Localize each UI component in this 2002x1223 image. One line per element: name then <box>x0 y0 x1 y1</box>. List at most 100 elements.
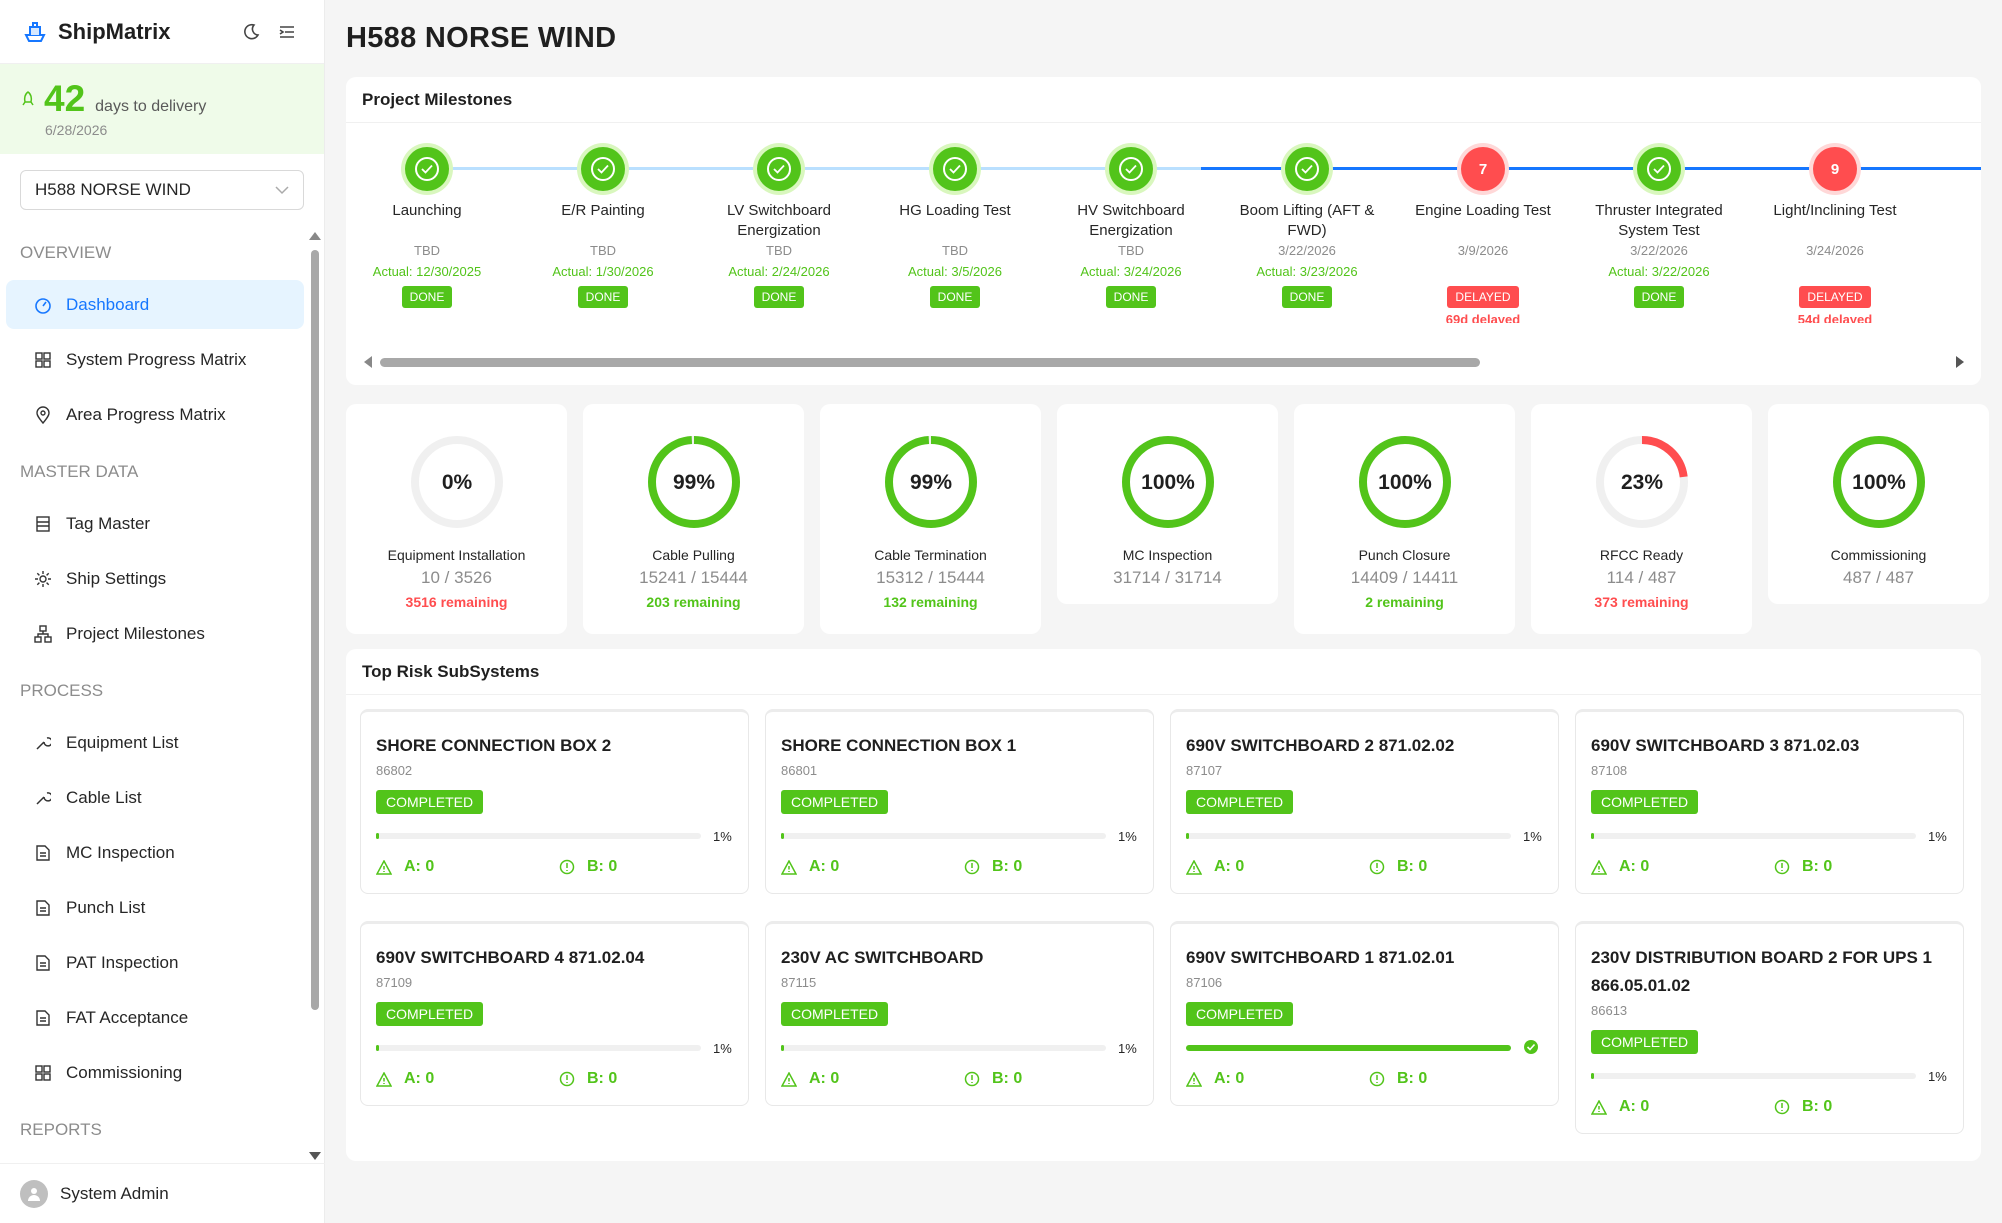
sidebar-scrollbar[interactable] <box>308 230 322 1160</box>
delivery-label: days to delivery <box>95 98 207 115</box>
punch-b-count: B: 0 <box>1369 1070 1427 1088</box>
progress-ring: 100% <box>1121 436 1214 528</box>
milestone-item[interactable]: LV Switchboard Energization TBD Actual: 2/… <box>699 147 859 308</box>
milestone-item[interactable]: Launching TBD Actual: 12/30/2025 DONE <box>347 147 507 308</box>
scroll-left-arrow-icon[interactable] <box>364 356 372 368</box>
sidebar-item-label: Dashboard <box>66 294 150 314</box>
risk-subsystem-card[interactable]: SHORE CONNECTION BOX 2 86802 COMPLETED 1% A:… <box>360 709 749 894</box>
milestone-actual-date: Actual: 2/24/2026 <box>728 264 830 279</box>
info-icon <box>1774 1099 1796 1115</box>
punch-a-label: A: 0 <box>1214 1070 1245 1087</box>
risk-subsystem-card[interactable]: 230V DISTRIBUTION BOARD 2 FOR UPS 1 866.… <box>1575 921 1964 1134</box>
info-icon <box>559 1071 581 1087</box>
subsystem-code: 87106 <box>1186 975 1223 990</box>
risk-subsystem-card[interactable]: 690V SWITCHBOARD 3 871.02.03 87108 COMPLET… <box>1575 709 1964 894</box>
milestone-item[interactable]: 7 Engine Loading Test 3/9/2026 DELAYED 69d d… <box>1403 147 1563 323</box>
risk-subsystem-card[interactable]: SHORE CONNECTION BOX 1 86801 COMPLETED 1% A:… <box>765 709 1154 894</box>
milestone-plan-date: TBD <box>414 243 440 258</box>
risk-subsystem-card[interactable]: 230V AC SWITCHBOARD 87115 COMPLETED 1% A: 0 B… <box>765 921 1154 1106</box>
progress-row: 1% <box>1591 828 1948 844</box>
sidebar-item-pat-inspection[interactable]: PAT Inspection <box>6 938 304 987</box>
sidebar-item-commissioning[interactable]: Commissioning <box>6 1048 304 1097</box>
sidebar-item-area-progress-matrix[interactable]: Area Progress Matrix <box>6 390 304 439</box>
scrollbar-thumb[interactable] <box>380 358 1480 367</box>
check-circle-icon <box>1295 157 1319 181</box>
sidebar-item-ship-settings[interactable]: Ship Settings <box>6 554 304 603</box>
punch-a-count: A: 0 <box>1186 858 1369 876</box>
subsystem-code: 87109 <box>376 975 413 990</box>
subsystem-title: 690V SWITCHBOARD 1 871.02.01 <box>1186 948 1455 967</box>
database-icon <box>34 515 52 533</box>
milestone-actual-date: Actual: 3/5/2026 <box>908 264 1002 279</box>
sidebar-item-label: System Progress Matrix <box>66 349 247 369</box>
sidebar-item-cable-list[interactable]: Cable List <box>6 773 304 822</box>
progress-bar <box>1591 833 1916 839</box>
ship-selector[interactable]: H588 NORSE WIND <box>20 170 304 210</box>
progress-bar-fill <box>376 833 380 839</box>
milestones-scrollbar[interactable] <box>364 353 1964 371</box>
sidebar-item-dashboard[interactable]: Dashboard <box>6 280 304 329</box>
scrollbar-thumb[interactable] <box>311 250 319 1010</box>
milestone-name: HG Loading Test <box>899 202 1011 219</box>
progress-ring: 23% <box>1595 436 1688 528</box>
progress-stat-card: 23% RFCC Ready 114 / 487 373 remaining <box>1531 404 1752 634</box>
status-badge: COMPLETED <box>1186 1002 1294 1026</box>
progress-bar <box>1591 1073 1916 1079</box>
progress-bar <box>781 833 1106 839</box>
sidebar-item-fat-acceptance[interactable]: FAT Acceptance <box>6 993 304 1042</box>
progress-percent: 1% <box>1928 828 1947 844</box>
milestone-item[interactable]: Thruster Integrated System Test 3/22/2026… <box>1579 147 1739 308</box>
check-circle-icon <box>591 157 615 181</box>
milestone-item[interactable]: 9 Light/Inclining Test 3/24/2026 DELAYED 54d… <box>1755 147 1915 323</box>
scroll-down-arrow-icon[interactable] <box>309 1152 321 1160</box>
dark-mode-icon[interactable] <box>236 17 266 47</box>
collapse-menu-icon[interactable] <box>272 17 302 47</box>
stat-label: Cable Pulling <box>652 547 735 563</box>
stat-remaining: 3516 remaining <box>405 594 508 610</box>
grid-icon <box>34 1064 52 1082</box>
subsystem-code: 87107 <box>1186 763 1223 778</box>
punch-b-label: B: 0 <box>1397 858 1428 875</box>
milestone-item[interactable]: Boom Lifting (AFT & FWD) 3/22/2026 Actual:… <box>1227 147 1387 308</box>
punch-b-count: B: 0 <box>1774 858 1832 876</box>
milestone-item[interactable]: HG Loading Test TBD Actual: 3/5/2026 DONE <box>875 147 1035 308</box>
punch-b-label: B: 0 <box>992 1070 1023 1087</box>
check-circle-icon <box>767 157 791 181</box>
sidebar-item-equipment-list[interactable]: Equipment List <box>6 718 304 767</box>
app-name: ShipMatrix <box>58 18 171 44</box>
milestone-actual-date: Actual: 12/30/2025 <box>372 264 482 279</box>
milestone-status-badge: DONE <box>577 286 629 308</box>
sidebar-item-project-milestones[interactable]: Project Milestones <box>6 609 304 658</box>
risk-subsystem-card[interactable]: 690V SWITCHBOARD 4 871.02.04 87109 COMPLET… <box>360 921 749 1106</box>
sidebar-item-system-progress-matrix[interactable]: System Progress Matrix <box>6 335 304 384</box>
punch-counts: A: 0 B: 0 <box>781 1070 1138 1105</box>
milestone-item[interactable]: E/R Painting TBD Actual: 1/30/2026 DONE <box>523 147 683 308</box>
milestone-status-badge: DONE <box>401 286 453 308</box>
risk-subsystem-card[interactable]: 690V SWITCHBOARD 2 871.02.02 87107 COMPLET… <box>1170 709 1559 894</box>
risk-subsystem-card[interactable]: 690V SWITCHBOARD 1 871.02.01 87106 COMPLET… <box>1170 921 1559 1106</box>
risk-title: Top Risk SubSystems <box>346 649 1981 695</box>
subsystem-title: 690V SWITCHBOARD 4 871.02.04 <box>376 948 645 967</box>
sidebar-item-mc-inspection[interactable]: MC Inspection <box>6 828 304 877</box>
milestones-timeline: Launching TBD Actual: 12/30/2025 DONE E/R Pa… <box>346 123 1981 323</box>
subsystem-title: SHORE CONNECTION BOX 2 <box>376 736 612 755</box>
subsystem-title: SHORE CONNECTION BOX 1 <box>781 736 1017 755</box>
sidebar-item-punch-list[interactable]: Punch List <box>6 883 304 932</box>
punch-a-count: A: 0 <box>1186 1070 1369 1088</box>
scroll-up-arrow-icon[interactable] <box>309 232 321 240</box>
milestone-delayed-node: 7 <box>1461 147 1505 191</box>
milestone-item[interactable]: HV Switchboard Energization TBD Actual: 3/… <box>1051 147 1211 308</box>
punch-b-label: B: 0 <box>1802 1098 1833 1115</box>
progress-row: 1% <box>781 828 1138 844</box>
subsystem-title: 690V SWITCHBOARD 3 871.02.03 <box>1591 736 1860 755</box>
subsystem-code: 86802 <box>376 763 413 778</box>
subsystem-title: 230V DISTRIBUTION BOARD 2 FOR UPS 1 866.… <box>1591 948 1933 995</box>
info-icon <box>559 859 581 875</box>
milestone-name: Launching <box>392 202 462 219</box>
user-profile[interactable]: System Admin <box>0 1163 325 1223</box>
scroll-right-arrow-icon[interactable] <box>1956 356 1964 368</box>
warning-icon <box>376 1071 398 1087</box>
section-master-data: MASTER DATA <box>20 462 139 481</box>
sidebar-item-tag-master[interactable]: Tag Master <box>6 499 304 548</box>
progress-bar-fill <box>1186 833 1190 839</box>
